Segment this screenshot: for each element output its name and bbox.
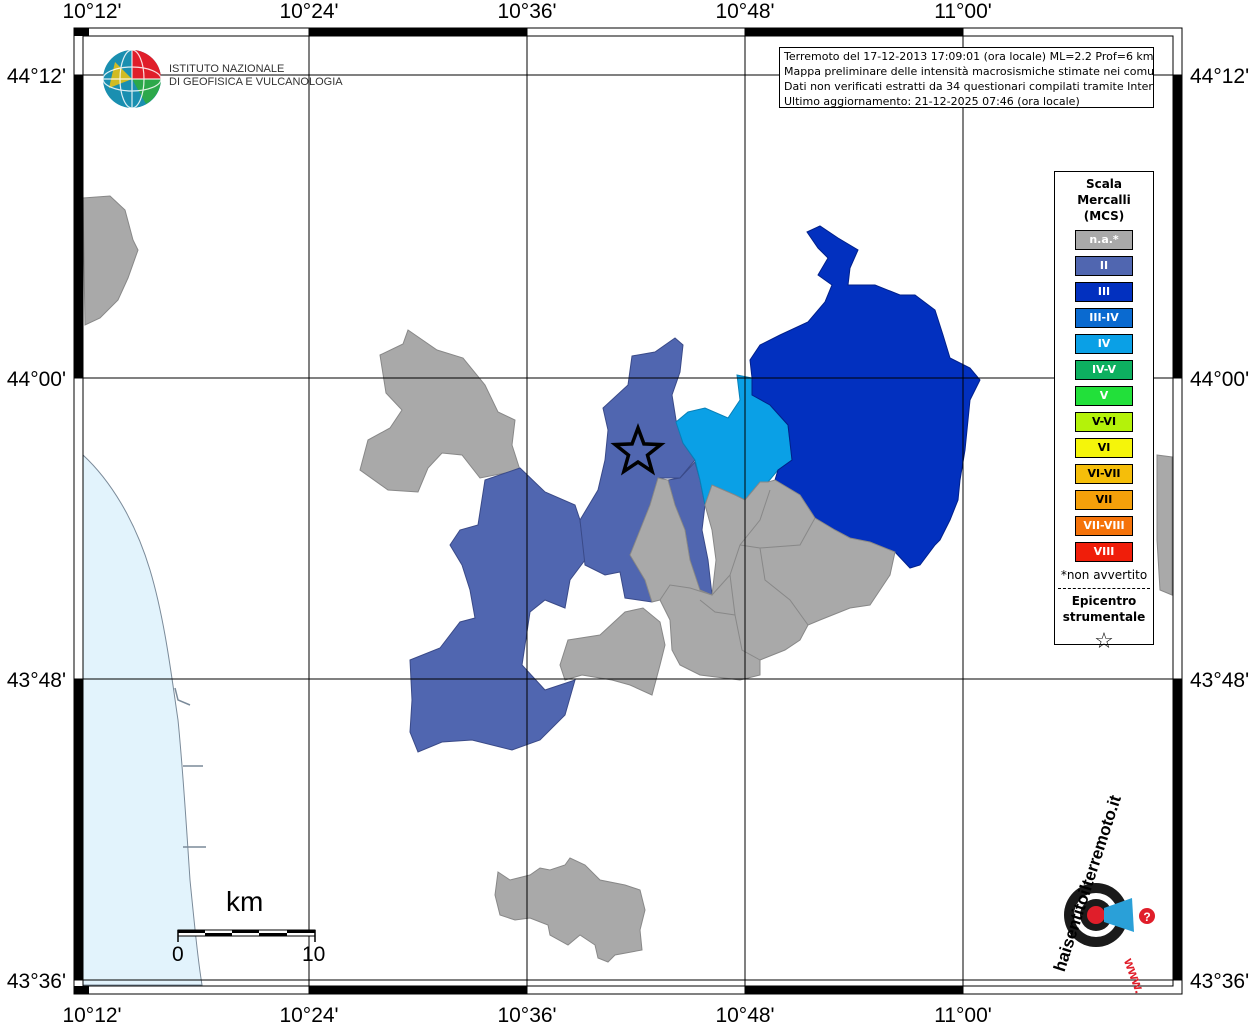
tick-label: 10°12' bbox=[62, 1004, 121, 1024]
tick-label: 10°12' bbox=[62, 0, 121, 23]
tick-label: 44°12' bbox=[7, 65, 66, 88]
legend-epicenter-line2: strumentale bbox=[1062, 610, 1146, 624]
tick-label: 43°48' bbox=[1190, 669, 1249, 692]
legend-item: VII-VIII bbox=[1075, 516, 1133, 536]
legend-title: Scala Mercalli (MCS) bbox=[1055, 176, 1153, 224]
tick-label: 10°48' bbox=[715, 1004, 774, 1024]
legend-item: V bbox=[1075, 386, 1133, 406]
legend-item: III bbox=[1075, 282, 1133, 302]
tick-label: 11°00' bbox=[934, 0, 992, 23]
legend-title-line3: (MCS) bbox=[1083, 209, 1125, 223]
legend-note: *non avvertito bbox=[1060, 568, 1148, 582]
land-gray-west bbox=[82, 195, 139, 326]
intensity-legend: Scala Mercalli (MCS) n.a.* II III III-IV IV I… bbox=[1054, 171, 1154, 654]
land-gray-east-edge bbox=[1156, 454, 1173, 596]
tick-label: 43°36' bbox=[1190, 970, 1249, 993]
earthquake-info-box: Terremoto del 17-12-2013 17:09:01 (ora l… bbox=[779, 47, 1154, 108]
legend-title-line1: Scala bbox=[1085, 177, 1123, 191]
info-line-description: Mappa preliminare delle intensità macros… bbox=[784, 65, 1154, 78]
legend-item: VII bbox=[1075, 490, 1133, 510]
legend-item: IV-V bbox=[1075, 360, 1133, 380]
scale-bar bbox=[177, 929, 316, 942]
info-line-source: Dati non verificati estratti da 34 quest… bbox=[784, 80, 1154, 93]
info-line-updated: Ultimo aggiornamento: 21-12-2025 07:46 (… bbox=[784, 95, 1080, 108]
globe-logo-icon bbox=[102, 49, 162, 109]
scale-start: 0 bbox=[172, 943, 184, 966]
legend-item: III-IV bbox=[1075, 308, 1133, 328]
tick-label: 10°36' bbox=[497, 1004, 556, 1024]
municipality-II-west bbox=[409, 467, 586, 753]
haisentito-logo: ? haisentitoilterremoto.it www. bbox=[1032, 793, 1172, 995]
legend-item: II bbox=[1075, 256, 1133, 276]
bottom-tick-labels: 10°12' 10°24' 10°36' 10°48' 11°00' bbox=[62, 1004, 991, 1024]
legend-item: V-VI bbox=[1075, 412, 1133, 432]
legend-items: n.a.* II III III-IV IV IV-V V V-VI VI VI-VII VII VI… bbox=[1055, 230, 1153, 562]
legend-item: VIII bbox=[1075, 542, 1133, 562]
legend-title-line2: Mercalli bbox=[1077, 193, 1131, 207]
scale-end: 10 bbox=[302, 943, 326, 966]
right-tick-labels: 44°12' 44°00' 43°48' 43°36' bbox=[1190, 65, 1249, 993]
tick-label: 44°00' bbox=[7, 368, 66, 391]
ingv-name-line2: DI GEOFISICA E VULCANOLOGIA bbox=[169, 76, 343, 88]
tick-label: 43°36' bbox=[7, 970, 66, 993]
svg-text:?: ? bbox=[1143, 910, 1150, 924]
tick-label: 10°24' bbox=[279, 1004, 338, 1024]
left-tick-labels: 44°12' 44°00' 43°48' 43°36' bbox=[7, 65, 66, 993]
tick-label: 11°00' bbox=[934, 1004, 992, 1024]
info-line-event: Terremoto del 17-12-2013 17:09:01 (ora l… bbox=[784, 50, 1154, 63]
tick-label: 43°48' bbox=[7, 669, 66, 692]
legend-item: VI-VII bbox=[1075, 464, 1133, 484]
ingv-logo: ISTITUTO NAZIONALE DI GEOFISICA E VULCAN… bbox=[101, 48, 343, 110]
tick-label: 10°36' bbox=[497, 0, 556, 23]
scale-unit: km bbox=[226, 886, 264, 917]
tick-label: 44°12' bbox=[1190, 65, 1249, 88]
sea-area bbox=[82, 453, 203, 986]
municipality-gray-nw bbox=[359, 329, 521, 493]
top-tick-labels: 10°12' 10°24' 10°36' 10°48' 11°00' bbox=[62, 0, 991, 23]
municipality-gray-far-south bbox=[494, 857, 646, 963]
municipality-gray-south bbox=[559, 607, 666, 696]
legend-item: VI bbox=[1075, 438, 1133, 458]
legend-item: IV bbox=[1075, 334, 1133, 354]
legend-star-icon: ☆ bbox=[1094, 629, 1114, 654]
legend-item: n.a.* bbox=[1075, 230, 1133, 250]
tick-label: 10°24' bbox=[279, 0, 338, 23]
tick-label: 10°48' bbox=[715, 0, 774, 23]
legend-epicenter-line1: Epicentro bbox=[1071, 594, 1137, 608]
tick-label: 44°00' bbox=[1190, 368, 1249, 391]
legend-divider bbox=[1058, 588, 1150, 589]
ingv-name-line1: ISTITUTO NAZIONALE bbox=[169, 63, 285, 75]
legend-epicenter-label: Epicentro strumentale bbox=[1055, 593, 1153, 625]
ingv-name: ISTITUTO NAZIONALE DI GEOFISICA E VULCAN… bbox=[169, 63, 343, 89]
